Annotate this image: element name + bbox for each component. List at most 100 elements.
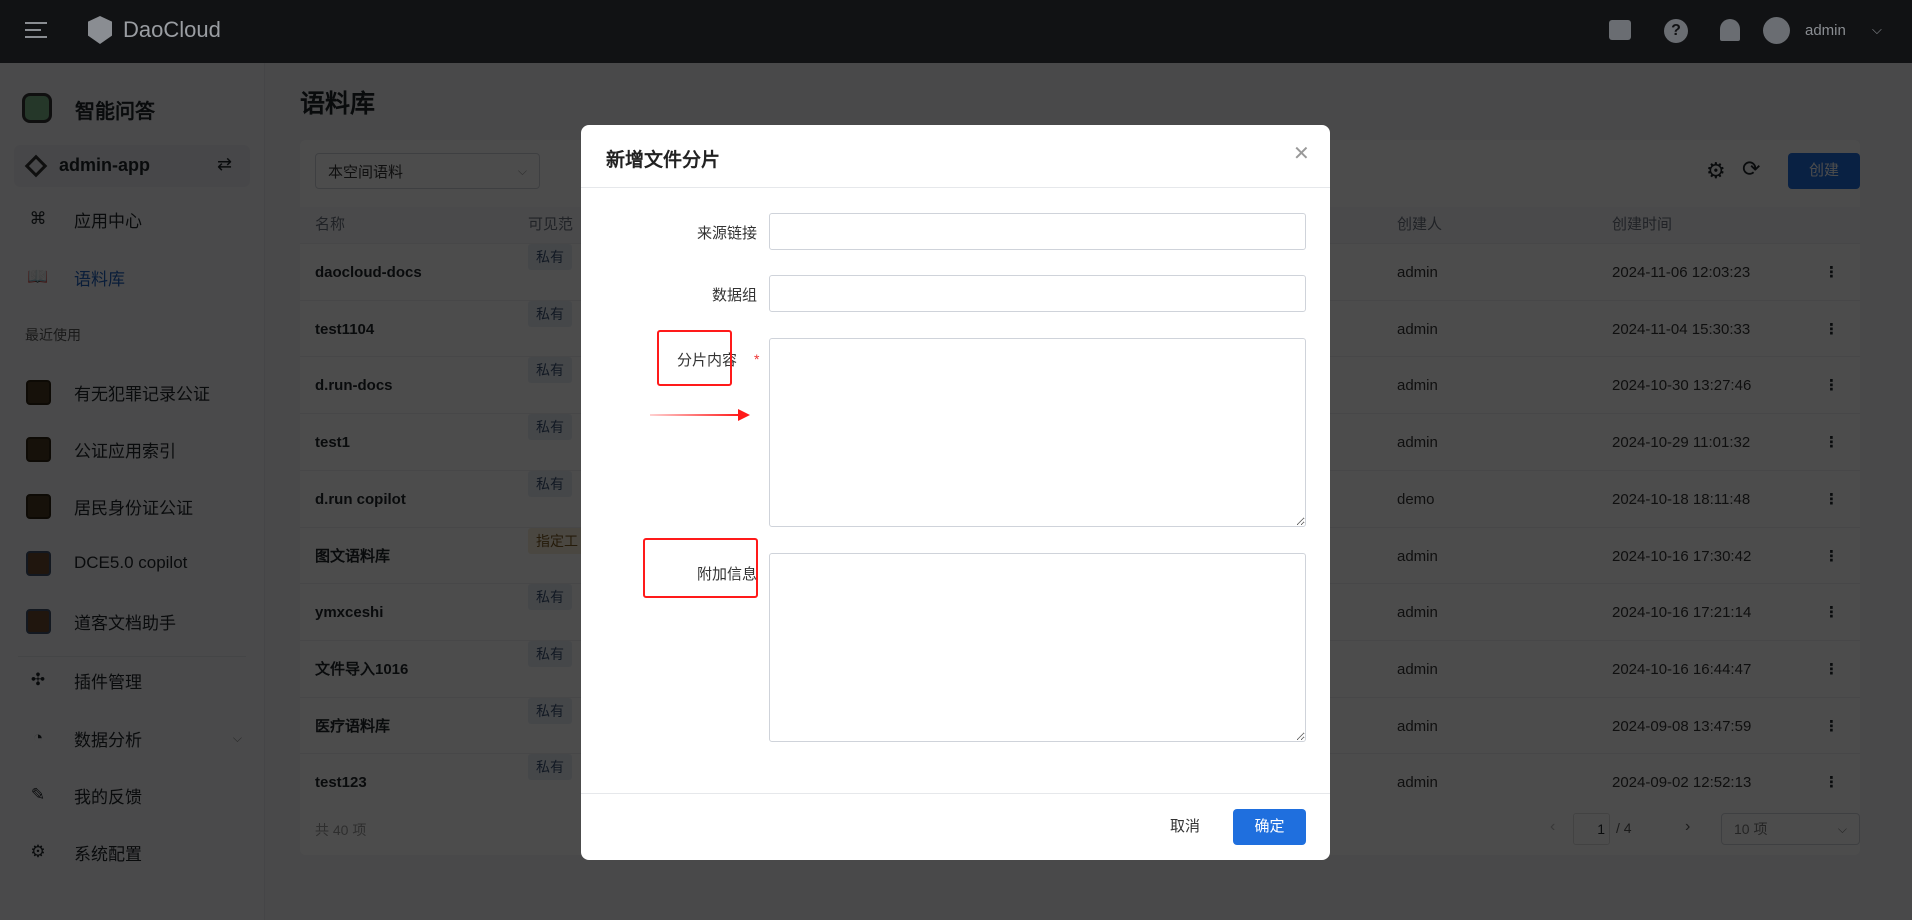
more-actions-icon[interactable]: ⋮ [1824, 301, 1839, 358]
app-thumbnail-icon [25, 379, 51, 405]
scope-filter-select[interactable]: 本空间语料 ⌵ [315, 153, 540, 189]
bell-icon[interactable] [1720, 19, 1740, 41]
recent-item-label: 公证应用索引 [74, 441, 176, 461]
column-header-scope[interactable]: 可见范 [528, 207, 573, 243]
more-actions-icon[interactable]: ⋮ [1824, 528, 1839, 585]
top-bar: DaoCloud ? admin ⌵ [0, 0, 1912, 63]
corpus-name[interactable]: daocloud-docs [315, 244, 422, 301]
avatar-icon[interactable] [1763, 17, 1790, 44]
corpus-name[interactable]: ymxceshi [315, 584, 383, 641]
sidebar: 智能问答 admin-app ⇄ ⌘ 应用中心 📖 语料库 最近使用 有无犯罪记录公… [0, 63, 265, 920]
scope-tag: 私有 [528, 300, 572, 327]
message-icon[interactable] [1609, 20, 1631, 40]
current-app: admin-app [59, 155, 151, 175]
chevron-down-icon: ⌵ [517, 163, 527, 178]
chevron-down-icon[interactable]: ⌵ [1872, 22, 1882, 38]
sidebar-item-label: 语料库 [74, 269, 125, 289]
recent-item-label: 有无犯罪记录公证 [74, 384, 210, 404]
recent-item-label: 居民身份证公证 [74, 498, 193, 518]
more-actions-icon[interactable]: ⋮ [1824, 641, 1839, 698]
annotation-arrow [650, 409, 750, 421]
created-time: 2024-10-16 16:44:47 [1612, 660, 1752, 678]
extra-info-textarea[interactable] [769, 553, 1306, 742]
help-icon[interactable]: ? [1664, 19, 1688, 43]
sidebar-item-plugins[interactable]: ✣ 插件管理 [14, 660, 250, 700]
sidebar-item-corpus[interactable]: 📖 语料库 [14, 257, 250, 297]
app-title: 智能问答 [75, 101, 155, 123]
creator: admin [1397, 717, 1438, 735]
app-switcher[interactable]: admin-app ⇄ [14, 145, 250, 187]
page-input[interactable]: 1 [1573, 813, 1610, 845]
recent-item[interactable]: 道客文档助手 [14, 601, 250, 641]
brand-name: DaoCloud [123, 17, 221, 42]
column-header-time[interactable]: 创建时间 [1612, 207, 1672, 243]
pie-chart-icon: ◔ [32, 728, 44, 747]
next-page-icon[interactable]: › [1685, 818, 1690, 836]
recent-item[interactable]: DCE5.0 copilot [14, 543, 250, 583]
divider [18, 656, 246, 657]
column-header-name[interactable]: 名称 [315, 207, 345, 243]
corpus-name[interactable]: 图文语料库 [315, 528, 390, 585]
more-actions-icon[interactable]: ⋮ [1824, 584, 1839, 641]
confirm-button[interactable]: 确定 [1233, 809, 1306, 845]
recent-item[interactable]: 公证应用索引 [14, 429, 250, 469]
page-total: / 4 [1616, 820, 1632, 836]
page-size-value: 10 项 [1734, 821, 1768, 837]
chunk-content-textarea[interactable] [769, 338, 1306, 527]
more-actions-icon[interactable]: ⋮ [1824, 357, 1839, 414]
corpus-name[interactable]: test123 [315, 754, 367, 811]
creator: admin [1397, 377, 1438, 395]
chevron-down-icon: ⌵ [1837, 821, 1847, 836]
more-actions-icon[interactable]: ⋮ [1824, 754, 1839, 811]
table-settings-icon[interactable]: ⚙ [1706, 158, 1726, 184]
app-thumbnail-icon [25, 493, 51, 519]
prev-page-icon[interactable]: ‹ [1550, 818, 1555, 836]
create-button[interactable]: 创建 [1788, 153, 1860, 189]
more-actions-icon[interactable]: ⋮ [1824, 698, 1839, 755]
created-time: 2024-11-06 12:03:23 [1612, 264, 1751, 281]
page-size-select[interactable]: 10 项 ⌵ [1721, 813, 1860, 845]
creator: demo [1397, 490, 1435, 508]
scope-filter-value: 本空间语料 [328, 163, 404, 181]
dialog-title: 新增文件分片 [606, 150, 721, 171]
recent-item[interactable]: 居民身份证公证 [14, 486, 250, 526]
created-time: 2024-10-18 18:11:48 [1612, 490, 1751, 508]
refresh-icon[interactable]: ⟳ [1742, 156, 1760, 182]
app-thumbnail-icon [25, 436, 51, 462]
close-icon[interactable]: ✕ [1293, 141, 1310, 166]
sidebar-item-app-center[interactable]: ⌘ 应用中心 [14, 199, 250, 239]
sidebar-item-settings[interactable]: ⚙ 系统配置 [14, 832, 250, 872]
data-group-input[interactable] [769, 275, 1306, 312]
recent-item[interactable]: 有无犯罪记录公证 [14, 372, 250, 412]
more-actions-icon[interactable]: ⋮ [1824, 244, 1839, 301]
corpus-name[interactable]: test1104 [315, 301, 374, 358]
sidebar-item-feedback[interactable]: ✎ 我的反馈 [14, 775, 250, 815]
creator: admin [1397, 434, 1438, 452]
switch-icon[interactable]: ⇄ [217, 154, 232, 175]
corpus-name[interactable]: 文件导入1016 [315, 641, 408, 698]
cancel-button[interactable]: 取消 [1161, 809, 1209, 845]
created-time: 2024-10-16 17:21:14 [1612, 604, 1752, 622]
sidebar-item-analytics[interactable]: ◔ 数据分析 ⌵ [14, 718, 250, 758]
recent-item-label: DCE5.0 copilot [74, 553, 188, 572]
grid-icon: ⌘ [29, 209, 47, 228]
more-actions-icon[interactable]: ⋮ [1824, 471, 1839, 528]
app-thumbnail-icon [25, 608, 51, 634]
corpus-name[interactable]: 医疗语料库 [315, 698, 390, 755]
corpus-name[interactable]: d.run-docs [315, 357, 393, 414]
corpus-name[interactable]: test1 [315, 414, 350, 471]
created-time: 2024-10-16 17:30:42 [1612, 547, 1752, 565]
recent-title: 最近使用 [25, 327, 81, 343]
chevron-down-icon: ⌵ [232, 730, 242, 745]
menu-icon[interactable] [25, 22, 47, 40]
column-header-creator[interactable]: 创建人 [1397, 207, 1442, 243]
user-name[interactable]: admin [1805, 22, 1846, 39]
sidebar-item-label: 插件管理 [74, 672, 142, 692]
corpus-name[interactable]: d.run copilot [315, 471, 406, 528]
sidebar-item-label: 我的反馈 [74, 787, 142, 807]
annotation-box [643, 538, 758, 598]
divider [581, 187, 1330, 188]
source-link-label: 来源链接 [696, 225, 757, 242]
source-link-input[interactable] [769, 213, 1306, 250]
more-actions-icon[interactable]: ⋮ [1824, 414, 1839, 471]
